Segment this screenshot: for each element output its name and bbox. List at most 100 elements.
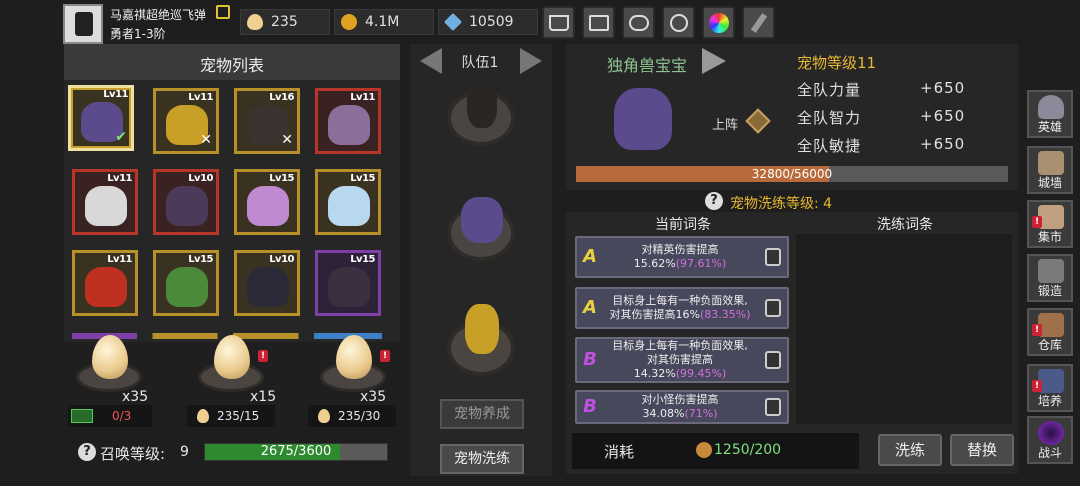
shadow-bat-pet-icon <box>247 267 289 307</box>
alert-badge: ! <box>258 350 268 362</box>
egg-count: x35 <box>360 389 387 405</box>
replace-button[interactable]: 替换 <box>950 434 1014 466</box>
affix-row[interactable]: A 目标身上每有一种负面效果, 对其伤害提高16%(83.35%) <box>575 287 789 329</box>
pet-card[interactable]: Lv16 ✕ <box>234 88 300 154</box>
color-wheel-icon <box>708 12 729 33</box>
pet-list-title: 宠物列表 <box>199 56 264 75</box>
pet-card[interactable]: Lv11 ✔ <box>68 85 134 151</box>
summon-level: 9 <box>180 444 189 460</box>
gold-count: 4.1M <box>365 14 400 30</box>
gem-count: 10509 <box>469 14 514 30</box>
prev-team-arrow[interactable] <box>420 48 442 74</box>
egg-counter: 235/15 <box>187 405 275 427</box>
summon-progress-bar: 2675/3600 <box>204 443 388 461</box>
exp-bar: 32800/56000 <box>576 166 1008 182</box>
grade-badge: B <box>583 396 597 417</box>
turtle-pet-icon <box>166 267 208 307</box>
pet-card[interactable]: Lv11 <box>72 250 138 316</box>
ice-wolf-pet-icon <box>328 186 370 226</box>
alert-badge: ! <box>380 350 390 362</box>
feather-button[interactable] <box>742 6 775 39</box>
player-rank: 勇者1-3阶 <box>110 27 166 41</box>
color-wheel-button[interactable] <box>702 6 735 39</box>
stat-label: 全队敏捷 <box>797 137 862 155</box>
settings-button[interactable] <box>662 6 695 39</box>
sidebar-item-hero[interactable]: 英雄 <box>1027 90 1073 138</box>
pet-reroll-button[interactable]: 宠物洗练 <box>440 444 524 474</box>
reroll-level: 宠物洗练等级: 4 <box>730 196 833 212</box>
pet-card[interactable]: Lv15 <box>234 169 300 235</box>
sidebar-item-warehouse[interactable]: ! 仓库 <box>1027 308 1073 356</box>
lock-icon[interactable] <box>765 299 781 317</box>
team-slot[interactable] <box>447 197 515 261</box>
affix-row[interactable]: B 对小怪伤害提高 34.08%(71%) <box>575 390 789 424</box>
affix-row[interactable]: A 对精英伤害提高 15.62%(97.61%) <box>575 236 789 278</box>
egg-icon <box>197 409 209 423</box>
deploy-label: 上阵 <box>712 118 739 133</box>
edit-name-icon[interactable] <box>216 5 230 19</box>
spider-pet-icon <box>328 267 370 307</box>
settings-gear-icon <box>669 13 688 32</box>
next-pet-arrow[interactable] <box>702 48 726 74</box>
pet-card[interactable]: Lv15 <box>315 250 381 316</box>
pet-card[interactable]: Lv11 ✕ <box>153 88 219 154</box>
castle-wall-icon <box>1038 151 1064 175</box>
anvil-icon <box>1038 259 1064 283</box>
player-avatar[interactable] <box>63 4 103 44</box>
checkmark-icon: ✔ <box>115 129 127 145</box>
pet-name: 独角兽宝宝 <box>607 56 688 75</box>
current-affix-title: 当前词条 <box>655 217 711 233</box>
unicorn-pet-icon <box>614 88 672 150</box>
sidebar-item-battle[interactable]: 战斗 <box>1027 416 1073 464</box>
team-slot[interactable] <box>447 304 515 376</box>
bat-pet-icon <box>328 105 370 145</box>
gamepad-button[interactable] <box>622 6 655 39</box>
pet-card[interactable]: Lv10 <box>153 169 219 235</box>
ad-video-icon <box>71 409 93 423</box>
fire-beast-pet-icon <box>85 267 127 307</box>
pet-card[interactable]: Lv11 <box>72 169 138 235</box>
gem-resource: 10509 <box>438 9 538 35</box>
pet-card[interactable]: Lv11 <box>315 88 381 154</box>
pet-level: 宠物等级11 <box>797 54 877 72</box>
reroll-button[interactable]: 洗练 <box>878 434 942 466</box>
gem-icon <box>443 12 463 32</box>
pet-card[interactable]: Lv10 <box>234 250 300 316</box>
sidebar-item-forge[interactable]: 锻造 <box>1027 254 1073 302</box>
shop-button[interactable] <box>542 6 575 39</box>
egg-icon[interactable] <box>92 335 128 379</box>
egg-icon <box>318 409 330 423</box>
help-icon[interactable]: ? <box>705 192 723 210</box>
sidebar-item-market[interactable]: ! 集市 <box>1027 200 1073 248</box>
egg-icon[interactable] <box>214 335 250 379</box>
gold-coin-icon <box>341 14 357 30</box>
helmet-icon <box>1038 95 1064 119</box>
cost-label: 消耗 <box>604 443 635 461</box>
gamepad-icon <box>628 14 649 31</box>
next-team-arrow[interactable] <box>520 48 542 74</box>
egg-icon[interactable] <box>336 335 372 379</box>
lock-icon[interactable] <box>765 398 781 416</box>
team-slot[interactable] <box>447 82 515 146</box>
lock-icon[interactable] <box>765 248 781 266</box>
portal-icon <box>1038 421 1064 445</box>
new-affix-title: 洗练词条 <box>877 217 933 233</box>
alert-badge: ! <box>1032 216 1042 228</box>
sidebar-item-wall[interactable]: 城墙 <box>1027 146 1073 194</box>
exp-text: 32800/56000 <box>751 167 833 181</box>
grade-badge: B <box>583 349 597 370</box>
horned-skull-pet-icon <box>467 82 497 128</box>
gold-resource: 4.1M <box>334 9 434 35</box>
pet-card[interactable]: Lv15 <box>153 250 219 316</box>
affix-row[interactable]: B 目标身上每有一种负面效果, 对其伤害提高 14.32%(99.45%) <box>575 337 789 383</box>
help-icon[interactable]: ? <box>78 443 96 461</box>
lock-icon[interactable] <box>765 351 781 369</box>
egg-count: 235 <box>271 14 298 30</box>
player-name: 马嘉祺超绝巡飞弹 <box>110 8 207 22</box>
pet-raise-button[interactable]: 宠物养成 <box>440 399 524 429</box>
pet-card[interactable]: Lv15 <box>315 169 381 235</box>
mail-button[interactable] <box>582 6 615 39</box>
grade-badge: A <box>583 246 597 267</box>
sidebar-item-training[interactable]: ! 培养 <box>1027 364 1073 412</box>
egg-count: x15 <box>250 389 277 405</box>
